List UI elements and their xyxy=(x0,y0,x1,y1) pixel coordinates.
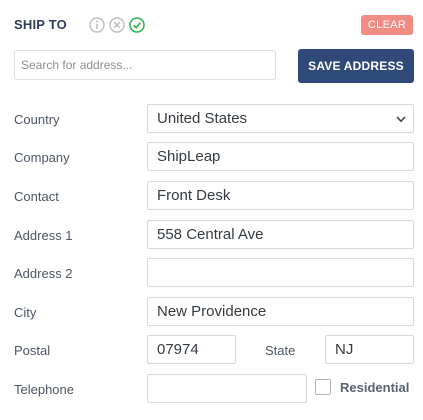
state-label: State xyxy=(265,343,296,358)
address1-label: Address 1 xyxy=(14,228,73,243)
state-input[interactable]: NJ xyxy=(325,335,414,364)
country-label: Country xyxy=(14,112,60,127)
check-icon[interactable] xyxy=(129,17,145,33)
residential-label[interactable]: Residential xyxy=(340,380,409,395)
city-label: City xyxy=(14,305,37,320)
telephone-input[interactable] xyxy=(147,374,307,403)
telephone-label: Telephone xyxy=(14,382,74,397)
residential-checkbox[interactable] xyxy=(315,379,331,395)
address-search-input[interactable] xyxy=(14,50,276,80)
address2-label: Address 2 xyxy=(14,266,73,281)
company-label: Company xyxy=(14,150,70,165)
ship-to-title: SHIP TO xyxy=(14,17,67,32)
address2-input[interactable] xyxy=(147,258,414,287)
cancel-icon[interactable] xyxy=(109,17,125,33)
postal-input[interactable]: 07974 xyxy=(147,335,236,364)
chevron-down-icon xyxy=(396,116,406,123)
info-icon[interactable] xyxy=(89,17,105,33)
country-select[interactable]: United States xyxy=(147,104,414,133)
country-value: United States xyxy=(157,110,248,127)
clear-button[interactable]: CLEAR xyxy=(361,15,413,35)
address1-input[interactable]: 558 Central Ave xyxy=(147,220,414,249)
company-input[interactable]: ShipLeap xyxy=(147,142,414,171)
contact-label: Contact xyxy=(14,189,59,204)
save-address-button[interactable]: SAVE ADDRESS xyxy=(298,49,414,83)
city-input[interactable]: New Providence xyxy=(147,297,414,326)
contact-input[interactable]: Front Desk xyxy=(147,181,414,210)
postal-label: Postal xyxy=(14,343,51,358)
